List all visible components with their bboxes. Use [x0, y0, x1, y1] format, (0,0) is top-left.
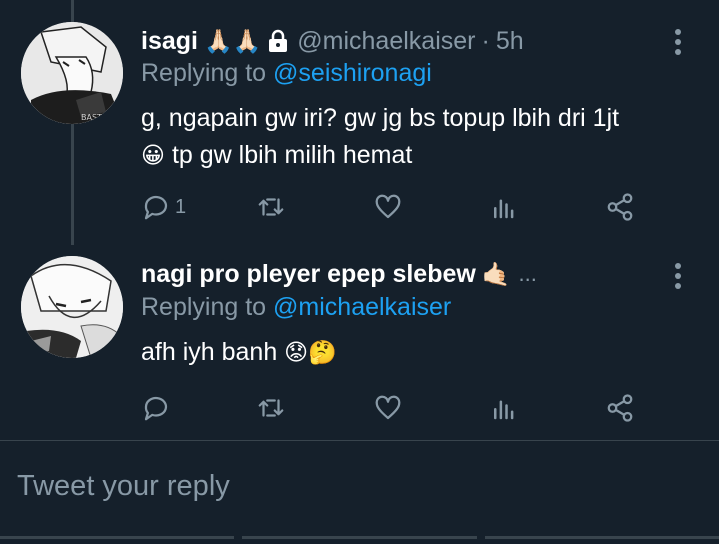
- name-emoji: 🤙🏻: [481, 261, 511, 288]
- tweet-text: afh iyh banh 😟🤔: [141, 334, 701, 372]
- tweet-text: g, ngapain gw iri? gw jg bs topup lbih d…: [141, 100, 701, 175]
- tweet-text-line: g, ngapain gw iri? gw jg bs topup lbih d…: [141, 104, 620, 132]
- share-button[interactable]: [605, 190, 635, 224]
- svg-text:BASTARD: BASTARD: [81, 113, 119, 122]
- toolbar-segment: [484, 536, 719, 539]
- tweet-text-fragment: tp gw lbih milih hemat: [171, 141, 413, 169]
- divider: [0, 440, 719, 441]
- reply-input[interactable]: Tweet your reply: [17, 470, 230, 503]
- tweet-text-line: 😀 tp gw lbih milih hemat: [141, 137, 701, 175]
- replying-label: Replying to: [141, 293, 267, 321]
- worried-thinking-emoji: 😟🤔: [284, 340, 337, 366]
- like-icon: [375, 395, 401, 420]
- toolbar-segment: [242, 536, 477, 539]
- tweet-header: nagi pro pleyer epep slebew 🤙🏻 ...: [141, 258, 537, 290]
- name-truncation: ...: [518, 261, 537, 286]
- reply-button[interactable]: 1: [141, 190, 186, 224]
- tweet-actions: [141, 391, 661, 425]
- share-icon: [607, 193, 633, 221]
- separator: ·: [481, 26, 490, 55]
- tweet-header: isagi 🙏🏻🙏🏻 @michaelkaiser · 5h: [141, 25, 524, 57]
- toolbar-segment: [0, 536, 235, 539]
- more-options-icon[interactable]: [668, 260, 688, 292]
- display-name[interactable]: nagi pro pleyer epep slebew: [141, 260, 476, 289]
- analytics-button[interactable]: [489, 190, 519, 224]
- lock-icon: [267, 29, 289, 53]
- reply-count: 1: [175, 195, 187, 218]
- like-button[interactable]: [373, 190, 403, 224]
- replying-label: Replying to: [141, 59, 267, 87]
- retweet-icon: [258, 198, 284, 216]
- retweet-button[interactable]: [256, 391, 286, 425]
- reply-icon: [144, 396, 168, 421]
- bottom-toolbar: [0, 536, 719, 544]
- analytics-icon: [494, 400, 514, 420]
- handle[interactable]: @michaelkaiser: [297, 27, 475, 56]
- display-name[interactable]: isagi: [141, 27, 198, 56]
- like-button[interactable]: [373, 391, 403, 425]
- replying-to: Replying to @michaelkaiser: [141, 293, 451, 322]
- reply-icon: [144, 195, 168, 220]
- name-emoji: 🙏🏻🙏🏻: [203, 28, 262, 55]
- like-icon: [375, 194, 401, 219]
- share-button[interactable]: [605, 391, 635, 425]
- avatar-isagi[interactable]: BASTARD: [21, 22, 123, 124]
- analytics-icon: [494, 199, 514, 219]
- mention-link[interactable]: @michaelkaiser: [273, 293, 451, 321]
- replying-to: Replying to @seishironagi: [141, 59, 432, 88]
- tweet-text-fragment: afh iyh banh: [141, 338, 278, 366]
- mention-link[interactable]: @seishironagi: [273, 59, 432, 87]
- tweet-actions: 1: [141, 190, 661, 224]
- share-icon: [607, 394, 633, 422]
- analytics-button[interactable]: [489, 391, 519, 425]
- timestamp[interactable]: 5h: [496, 27, 524, 56]
- retweet-button[interactable]: [256, 190, 286, 224]
- retweet-icon: [258, 399, 284, 417]
- avatar-nagi[interactable]: [21, 256, 123, 358]
- reply-button[interactable]: [141, 391, 175, 425]
- grinning-emoji: 😀: [141, 143, 165, 169]
- more-options-icon[interactable]: [668, 26, 688, 58]
